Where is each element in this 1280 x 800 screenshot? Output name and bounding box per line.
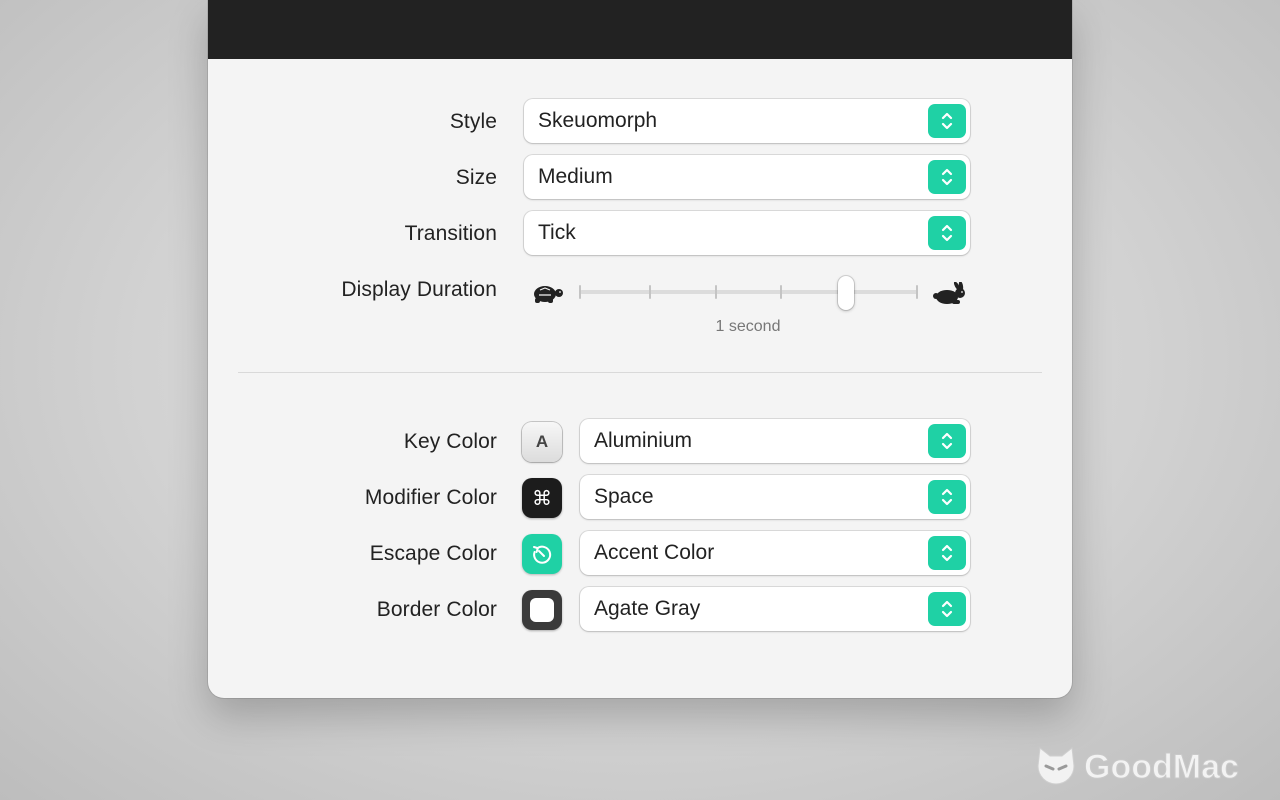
transition-label: Transition <box>404 222 497 245</box>
chevron-updown-icon <box>928 592 966 626</box>
chevron-updown-icon <box>928 424 966 458</box>
key-color-value: Aluminium <box>594 429 693 452</box>
duration-caption: 1 second <box>715 318 781 335</box>
border-color-swatch <box>522 590 562 630</box>
duration-slider-track[interactable] <box>580 290 918 294</box>
modifier-color-select[interactable]: Space <box>580 475 970 519</box>
goodmac-watermark: GoodMac <box>1036 742 1268 790</box>
settings-window: Style Skeuomorph Size Medium Transition … <box>208 0 1072 698</box>
key-color-select[interactable]: Aluminium <box>580 419 970 463</box>
border-color-select[interactable]: Agate Gray <box>580 587 970 631</box>
chevron-updown-icon <box>928 536 966 570</box>
escape-arrow-icon <box>530 542 554 566</box>
slider-tick <box>780 285 782 299</box>
chevron-updown-icon <box>928 216 966 250</box>
rounded-square-icon <box>530 598 554 622</box>
transition-value: Tick <box>538 221 576 244</box>
size-select[interactable]: Medium <box>524 155 970 199</box>
border-color-label: Border Color <box>376 598 497 621</box>
window-toolbar <box>208 0 1072 59</box>
style-label: Style <box>449 110 497 133</box>
key-color-swatch: A <box>522 422 562 462</box>
escape-color-value: Accent Color <box>594 541 715 564</box>
style-value: Skeuomorph <box>538 109 658 132</box>
style-select[interactable]: Skeuomorph <box>524 99 970 143</box>
duration-slider-knob[interactable] <box>838 276 854 310</box>
rabbit-icon <box>932 281 968 306</box>
modifier-color-swatch: ⌘ <box>522 478 562 518</box>
watermark-text: GoodMac <box>1084 748 1239 786</box>
display-duration-label: Display Duration <box>341 278 497 301</box>
transition-select[interactable]: Tick <box>524 211 970 255</box>
command-icon: ⌘ <box>532 486 552 510</box>
size-label: Size <box>455 166 497 189</box>
slider-tick <box>715 285 717 299</box>
slider-tick <box>579 285 581 299</box>
slider-tick <box>916 285 918 299</box>
key-color-glyph: A <box>535 432 549 451</box>
chevron-updown-icon <box>928 480 966 514</box>
key-color-label: Key Color <box>403 430 497 453</box>
escape-color-swatch <box>522 534 562 574</box>
escape-color-select[interactable]: Accent Color <box>580 531 970 575</box>
turtle-icon <box>528 282 566 304</box>
chevron-updown-icon <box>928 160 966 194</box>
slider-tick <box>649 285 651 299</box>
size-value: Medium <box>538 165 613 188</box>
section-divider <box>238 372 1042 373</box>
goodmac-logo-icon: GoodMac <box>1037 747 1239 787</box>
border-color-value: Agate Gray <box>594 597 701 620</box>
chevron-updown-icon <box>928 104 966 138</box>
escape-color-label: Escape Color <box>369 542 497 565</box>
modifier-color-label: Modifier Color <box>364 486 497 509</box>
modifier-color-value: Space <box>594 485 654 508</box>
